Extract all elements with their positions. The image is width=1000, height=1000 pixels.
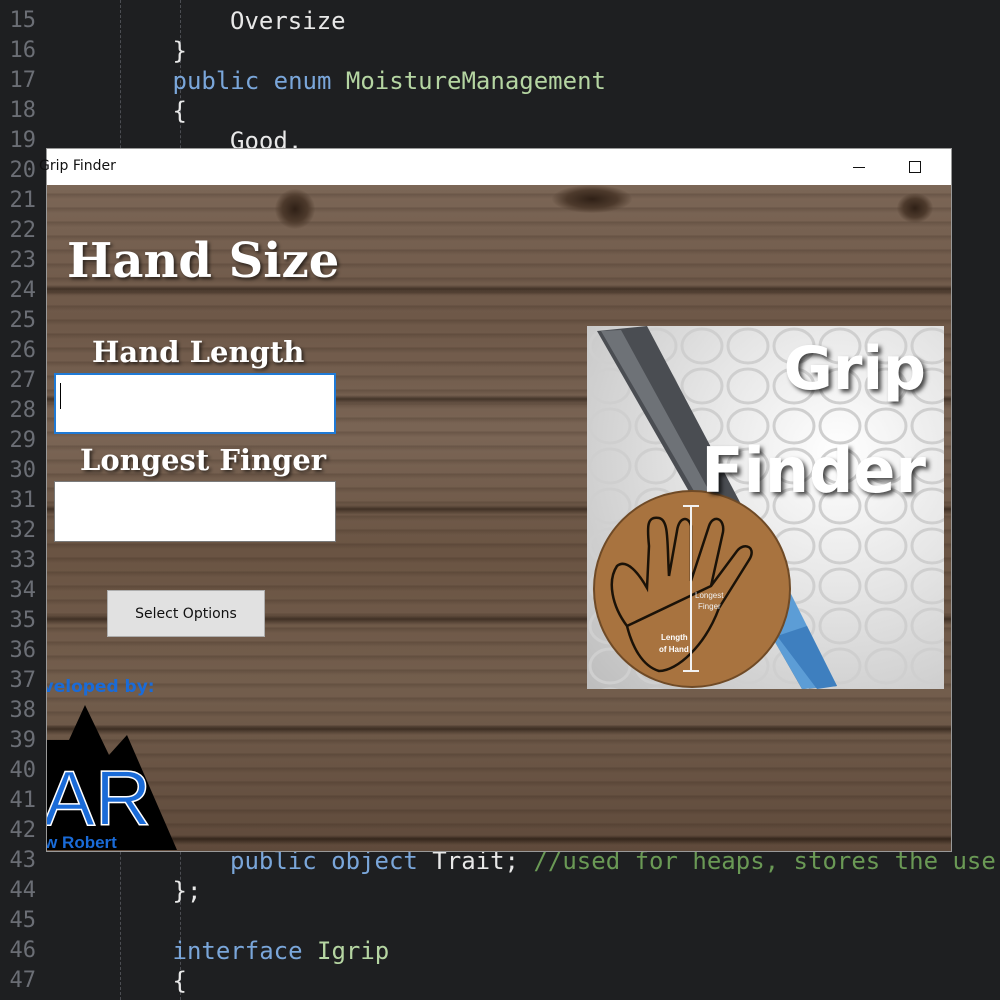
line-number: 42 (9, 818, 37, 843)
line-number: 39 (9, 728, 37, 753)
wood-knot (897, 193, 933, 223)
hand-length-input[interactable] (54, 373, 336, 434)
line-number: 45 (9, 908, 37, 933)
line-number: 43 (9, 848, 37, 873)
line-number: 30 (9, 458, 37, 483)
code-text: { (172, 967, 187, 995)
grip-finder-window: Grip Finder Hand Size Hand Length Longes… (39, 149, 951, 851)
minimize-icon (853, 166, 865, 168)
code-line: 17 public enum MoistureManagement (0, 66, 1000, 96)
code-text: } (172, 37, 187, 65)
line-number: 22 (9, 218, 37, 243)
line-number: 35 (9, 608, 37, 633)
code-line: 44}; (0, 876, 1000, 906)
line-number: 31 (9, 488, 37, 513)
line-number: 47 (9, 968, 37, 993)
wood-background-panel: Hand Size Hand Length Longest Finger Sel… (47, 185, 951, 851)
grip-title-line-1: Grip (783, 334, 926, 404)
line-number: 29 (9, 428, 37, 453)
line-number: 17 (9, 68, 37, 93)
longest-finger-label: Longest Finger (80, 443, 327, 477)
text-caret (60, 383, 61, 409)
length-of-hand-caption-2: of Hand (659, 645, 689, 654)
line-number: 27 (9, 368, 37, 393)
maximize-icon (909, 161, 921, 173)
code-line: 18 { (0, 96, 1000, 126)
line-number: 33 (9, 548, 37, 573)
line-number: 23 (9, 248, 37, 273)
line-number: 26 (9, 338, 37, 363)
line-number: 24 (9, 278, 37, 303)
code-line: 46 interface Igrip (0, 936, 1000, 966)
line-number: 34 (9, 578, 37, 603)
code-line: 47 { (0, 966, 1000, 996)
wood-knot (275, 189, 315, 229)
hand-size-heading: Hand Size (67, 233, 340, 289)
grip-title-line-2: Finder (701, 434, 926, 507)
logo-initials: AR (47, 754, 151, 842)
line-number: 32 (9, 518, 37, 543)
line-number: 28 (9, 398, 37, 423)
wood-knot (552, 185, 632, 213)
line-number: 20 (9, 158, 37, 183)
line-number: 19 (9, 128, 37, 153)
code-text: { (172, 97, 187, 125)
line-number: 46 (9, 938, 37, 963)
window-title: Grip Finder (39, 158, 116, 174)
logo-name: Andrew Robert (47, 833, 117, 851)
line-number: 25 (9, 308, 37, 333)
line-number: 36 (9, 638, 37, 663)
title-bar[interactable]: Grip Finder (39, 149, 951, 185)
hand-length-label: Hand Length (92, 335, 305, 369)
line-number: 38 (9, 698, 37, 723)
line-number: 21 (9, 188, 37, 213)
developer-logo: AR Andrew Robert (47, 705, 177, 851)
line-number: 37 (9, 668, 37, 693)
maximize-button[interactable] (887, 149, 943, 185)
code-text: }; (172, 877, 202, 905)
code-line: 45 (0, 906, 1000, 936)
grip-finder-image: Longest Finger Length of Hand Grip Finde… (587, 326, 944, 689)
code-text: public enum MoistureManagement (172, 67, 606, 95)
longest-finger-caption-2: Finger (698, 602, 721, 611)
code-text: interface Igrip (172, 937, 390, 965)
line-number: 18 (9, 98, 37, 123)
code-line: 16} (0, 36, 1000, 66)
line-number: 44 (9, 878, 37, 903)
longest-finger-caption-1: Longest (695, 591, 724, 600)
minimize-button[interactable] (831, 149, 887, 185)
longest-finger-input[interactable] (54, 481, 336, 542)
line-number: 41 (9, 788, 37, 813)
code-text: Oversize (230, 7, 346, 35)
line-number: 40 (9, 758, 37, 783)
code-line: 15 Oversize (0, 6, 1000, 36)
line-number: 16 (9, 38, 37, 63)
line-number: 15 (9, 8, 37, 33)
developed-by-label: Developed by: (47, 677, 155, 697)
length-of-hand-caption-1: Length (661, 633, 688, 642)
select-options-button[interactable]: Select Options (107, 590, 265, 637)
